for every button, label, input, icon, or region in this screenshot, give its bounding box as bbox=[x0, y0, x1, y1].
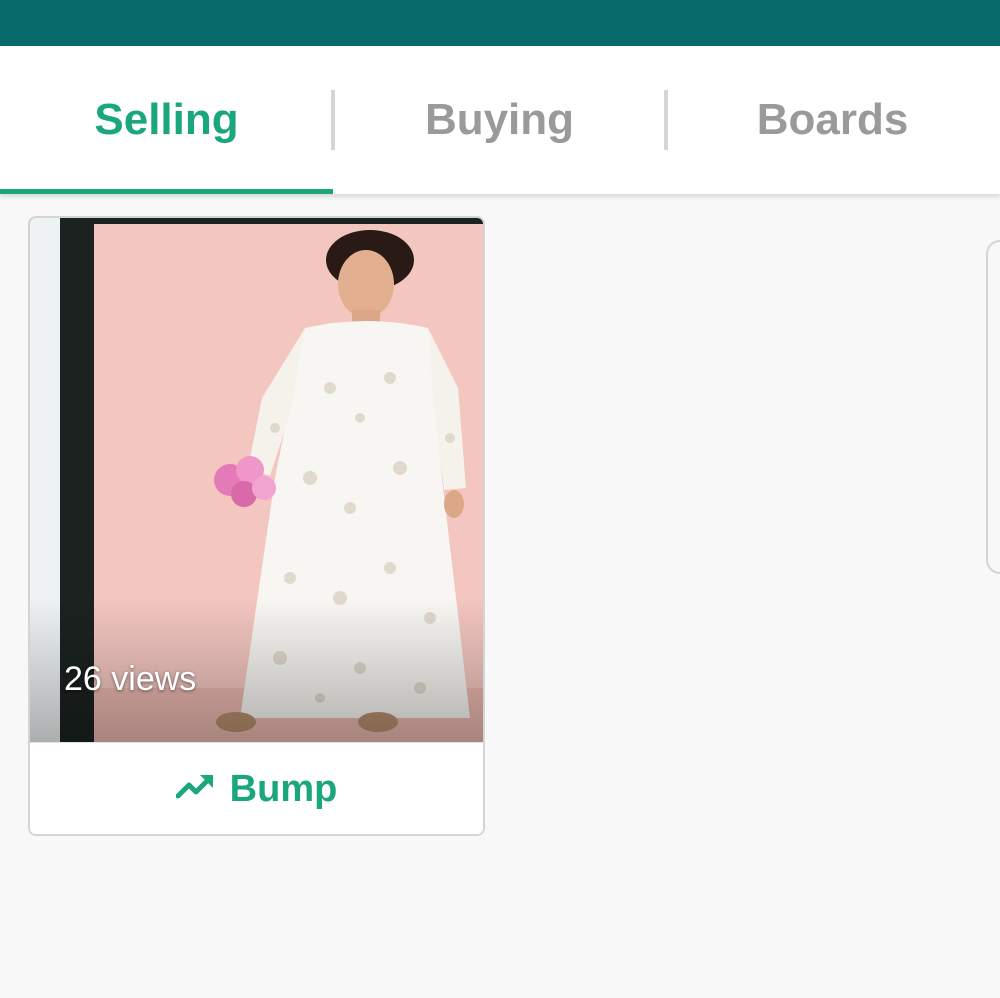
status-bar bbox=[0, 0, 1000, 46]
partial-card[interactable] bbox=[986, 240, 1000, 574]
views-count: 26 views bbox=[64, 660, 197, 698]
active-tab-indicator bbox=[0, 189, 333, 194]
bump-button[interactable]: Bump bbox=[30, 742, 483, 834]
tab-bar: Selling Buying Boards bbox=[0, 46, 1000, 194]
tab-selling[interactable]: Selling bbox=[0, 46, 333, 194]
tab-boards-label: Boards bbox=[756, 95, 909, 144]
listing-card[interactable]: 26 views Bump bbox=[28, 216, 485, 836]
tab-boards[interactable]: Boards bbox=[666, 46, 999, 194]
tab-buying-label: Buying bbox=[424, 95, 575, 144]
bump-label: Bump bbox=[229, 767, 338, 810]
trending-up-icon bbox=[175, 775, 213, 799]
tab-buying[interactable]: Buying bbox=[333, 46, 666, 194]
tab-selling-label: Selling bbox=[94, 95, 239, 144]
listing-photo[interactable]: 26 views bbox=[30, 218, 483, 742]
